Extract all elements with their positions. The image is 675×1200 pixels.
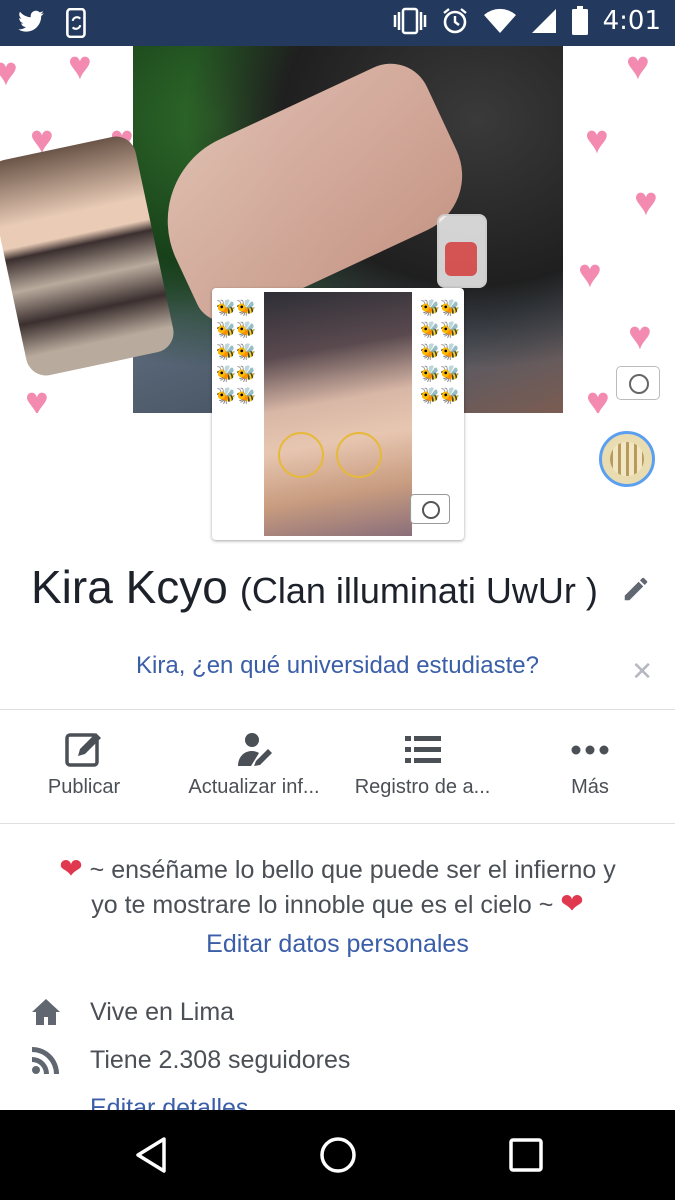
recents-icon[interactable]	[506, 1135, 546, 1175]
profile-action-bar: Publicar Actualizar inf... Registro de a…	[0, 710, 675, 822]
university-prompt[interactable]: Kira, ¿en qué universidad estudiaste? ✕	[0, 648, 675, 708]
profile-photo-image	[264, 292, 412, 536]
divider	[0, 823, 675, 824]
close-icon[interactable]: ✕	[631, 656, 653, 687]
university-prompt-text[interactable]: Kira, ¿en qué universidad estudiaste?	[0, 652, 675, 680]
status-bar: 4:01	[0, 0, 675, 46]
detail-followers: Tiene 2.308 seguidores	[30, 1042, 350, 1078]
activity-log-button[interactable]: Registro de a...	[340, 710, 505, 822]
profile-name-row: Kira Kcyo (Clan illuminati UwUr )	[31, 560, 651, 620]
heart-decoration: ♥	[634, 180, 658, 224]
heart-icon: ❤	[560, 888, 584, 919]
more-icon	[571, 745, 609, 755]
edit-person-icon	[238, 733, 272, 766]
rss-icon	[32, 1047, 59, 1074]
activity-log-label: Registro de a...	[354, 776, 491, 798]
heart-decoration: ♥	[0, 50, 18, 94]
bio: ❤ ~ enséñame lo bello que puede ser el i…	[30, 852, 645, 922]
publish-label: Publicar	[47, 776, 121, 798]
profile-alternate-name: (Clan illuminati UwUr )	[239, 570, 598, 611]
twitter-icon	[18, 10, 44, 32]
list-icon	[404, 736, 441, 763]
cover-camera-icon[interactable]	[616, 366, 660, 400]
more-label: Más	[571, 776, 609, 798]
android-nav-bar	[0, 1110, 675, 1200]
back-icon[interactable]	[132, 1135, 172, 1175]
phone-sync-icon	[66, 8, 86, 38]
update-info-label: Actualizar inf...	[188, 776, 320, 798]
more-button[interactable]: Más	[505, 710, 675, 822]
compose-icon	[65, 733, 101, 767]
profile-picture[interactable]: 🐝🐝🐝🐝🐝🐝🐝🐝🐝🐝 🐝🐝🐝🐝🐝🐝🐝🐝🐝🐝	[212, 288, 464, 540]
heart-icon: ❤	[59, 853, 83, 884]
publish-button[interactable]: Publicar	[0, 710, 168, 822]
signal-icon	[531, 9, 556, 33]
heart-decoration: ♥	[586, 380, 610, 413]
edit-personal-info-link[interactable]: Editar datos personales	[0, 930, 675, 959]
heart-decoration: ♥	[626, 46, 650, 88]
bio-line-1: ~ enséñame lo bello que puede ser el inf…	[89, 856, 616, 884]
heart-decoration: ♥	[25, 380, 49, 413]
detail-lives-in-text: Vive en Lima	[90, 997, 235, 1026]
heart-decoration: ♥	[628, 314, 652, 358]
detail-lives-in: Vive en Lima	[30, 994, 234, 1030]
bio-line-2: yo te mostrare lo innoble que es el ciel…	[91, 891, 554, 919]
bee-decoration: 🐝🐝🐝🐝🐝🐝🐝🐝🐝🐝	[216, 300, 256, 405]
profile-camera-icon[interactable]	[410, 494, 450, 524]
home-icon	[32, 999, 60, 1025]
story-thumbnail[interactable]	[599, 431, 655, 487]
battery-icon	[571, 6, 588, 35]
alarm-icon	[442, 8, 467, 34]
profile-name: Kira Kcyo	[31, 561, 228, 613]
glasses-filter	[278, 432, 388, 478]
detail-followers-text: Tiene 2.308 seguidores	[90, 1045, 351, 1074]
wifi-icon	[483, 8, 516, 33]
pencil-icon[interactable]	[621, 574, 651, 604]
heart-decoration: ♥	[578, 252, 602, 296]
update-info-button[interactable]: Actualizar inf...	[168, 710, 340, 822]
cover-jar-image	[437, 214, 487, 288]
heart-decoration: ♥	[68, 46, 92, 88]
heart-decoration: ♥	[585, 118, 609, 162]
vibrate-icon	[393, 7, 426, 35]
home-button-icon[interactable]	[318, 1135, 358, 1175]
clock: 4:01	[602, 6, 661, 36]
